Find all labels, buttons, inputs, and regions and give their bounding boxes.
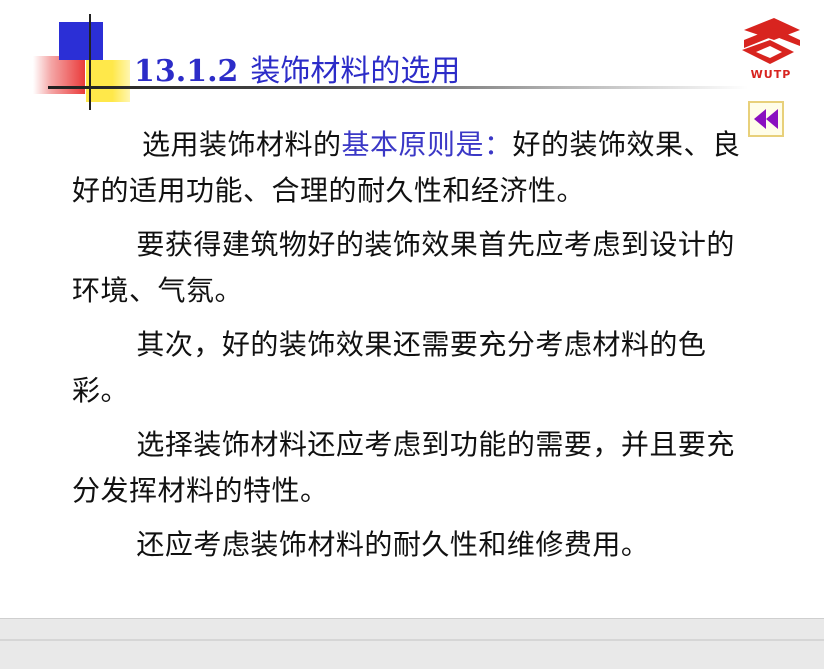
paragraph-durability: 还应考虑装饰材料的耐久性和维修费用。 (136, 528, 650, 561)
logo-text: WUTP (750, 68, 792, 81)
window-bottom-bar (0, 618, 824, 669)
paragraph-environment: 要获得建筑物好的装饰效果首先应考虑到设计的环境、气氛。 (72, 228, 735, 307)
slide-body: 选用装饰材料的基本原则是：好的装饰效果、良好的适用功能、合理的耐久性和经济性。 … (72, 122, 748, 576)
back-button[interactable] (748, 101, 784, 137)
highlight-basic-principles: 基本原则是： (341, 128, 513, 161)
paragraph-lead: 选用装饰材料的 (142, 128, 342, 161)
wutp-logo-icon: WUTP (734, 16, 808, 86)
title-number: 13.1.2 (134, 54, 239, 89)
paragraph-function: 选择装饰材料还应考虑到功能的需要，并且要充分发挥材料的特性。 (72, 428, 735, 507)
bottom-bar-divider (0, 639, 824, 641)
slide: 13.1.2 装饰材料的选用 WUTP 选用装饰材料的基本原则是：好的装饰效果、良… (0, 0, 824, 618)
paragraph-color: 其次，好的装饰效果还需要充分考虑材料的色彩。 (72, 328, 707, 407)
paragraph-principles: 选用装饰材料的基本原则是：好的装饰效果、良好的适用功能、合理的耐久性和经济性。 (72, 122, 748, 214)
decor-blue-square (59, 22, 103, 60)
title-text: 装饰材料的选用 (250, 54, 461, 89)
rewind-double-left-icon (754, 109, 778, 129)
slide-title: 13.1.2 装饰材料的选用 (134, 46, 460, 90)
decor-yellow-square (86, 60, 130, 102)
decor-vertical-line (89, 14, 91, 110)
